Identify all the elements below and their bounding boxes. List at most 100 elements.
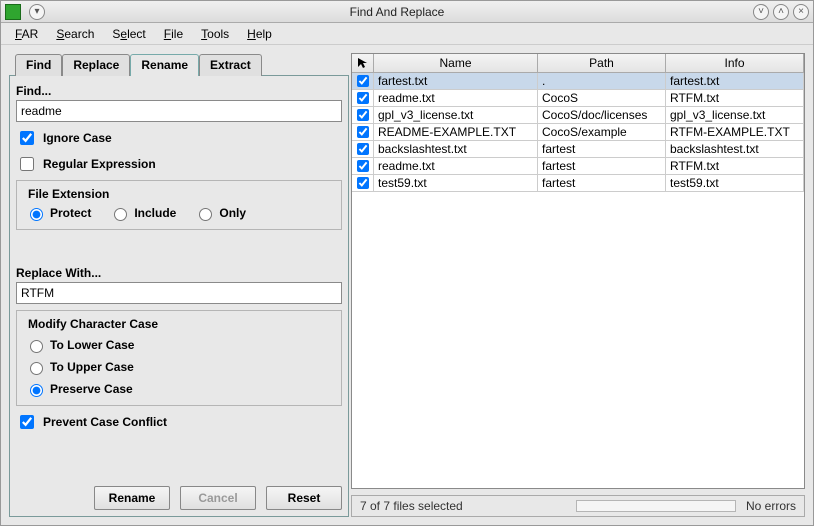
modify-case-fieldset: Modify Character Case To Lower Case To U…	[16, 310, 342, 406]
cell-info: gpl_v3_license.txt	[666, 107, 804, 123]
cell-name: gpl_v3_license.txt	[374, 107, 538, 123]
rename-button[interactable]: Rename	[94, 486, 170, 510]
menu-help[interactable]: Help	[239, 25, 280, 43]
app-icon	[5, 4, 21, 20]
ignore-case-label: Ignore Case	[43, 131, 112, 145]
replace-input[interactable]	[16, 282, 342, 304]
cell-path: CocoS/example	[538, 124, 666, 140]
row-checkbox[interactable]	[357, 126, 369, 138]
file-extension-legend: File Extension	[25, 187, 112, 201]
progress-bar	[576, 500, 736, 512]
file-extension-fieldset: File Extension Protect Include Only	[16, 180, 342, 230]
mcc-upper[interactable]: To Upper Case	[25, 359, 333, 375]
menu-file[interactable]: File	[156, 25, 191, 43]
grid-body[interactable]: fartest.txt.fartest.txtreadme.txtCocoSRT…	[352, 73, 804, 488]
row-checkbox-cell[interactable]	[352, 141, 374, 157]
cell-info: RTFM.txt	[666, 158, 804, 174]
statusbar: 7 of 7 files selected No errors	[351, 495, 805, 517]
row-checkbox-cell[interactable]	[352, 107, 374, 123]
file-ext-protect[interactable]: Protect	[25, 205, 91, 221]
tab-find[interactable]: Find	[15, 54, 62, 76]
header-path[interactable]: Path	[538, 54, 666, 72]
button-row: Rename Cancel Reset	[16, 478, 342, 510]
row-checkbox[interactable]	[357, 143, 369, 155]
maximize-button[interactable]: ˄	[773, 4, 789, 20]
grid-header: Name Path Info	[352, 54, 804, 73]
row-checkbox[interactable]	[357, 92, 369, 104]
regex-checkbox[interactable]	[20, 157, 34, 171]
row-checkbox[interactable]	[357, 177, 369, 189]
tabstrip: Find Replace Rename Extract	[15, 53, 349, 75]
cell-name: fartest.txt	[374, 73, 538, 89]
prevent-conflict-label: Prevent Case Conflict	[43, 415, 167, 429]
row-checkbox-cell[interactable]	[352, 73, 374, 89]
find-label: Find...	[16, 84, 342, 98]
find-input[interactable]	[16, 100, 342, 122]
row-checkbox[interactable]	[357, 160, 369, 172]
table-row[interactable]: README-EXAMPLE.TXTCocoS/exampleRTFM-EXAM…	[352, 124, 804, 141]
file-ext-only[interactable]: Only	[194, 205, 246, 221]
spacer	[16, 230, 342, 264]
menu-select[interactable]: Select	[104, 25, 153, 43]
close-button[interactable]: ×	[793, 4, 809, 20]
file-extension-options: Protect Include Only	[25, 205, 333, 221]
select-all-header[interactable]	[352, 54, 374, 72]
header-name[interactable]: Name	[374, 54, 538, 72]
cell-path: fartest	[538, 141, 666, 157]
prevent-conflict-row[interactable]: Prevent Case Conflict	[16, 412, 342, 432]
reset-button[interactable]: Reset	[266, 486, 342, 510]
menu-search[interactable]: Search	[48, 25, 102, 43]
window: ▾ Find And Replace ˅ ˄ × FAR Search Sele…	[0, 0, 814, 526]
menu-tools[interactable]: Tools	[193, 25, 237, 43]
tab-replace[interactable]: Replace	[62, 54, 130, 76]
left-panel: Find Replace Rename Extract Find... Igno…	[9, 53, 349, 517]
prevent-conflict-checkbox[interactable]	[20, 415, 34, 429]
window-menu-button[interactable]: ▾	[29, 4, 45, 20]
modify-case-options: To Lower Case To Upper Case Preserve Cas…	[25, 337, 333, 397]
file-grid: Name Path Info fartest.txt.fartest.txtre…	[351, 53, 805, 489]
cell-info: fartest.txt	[666, 73, 804, 89]
table-row[interactable]: fartest.txt.fartest.txt	[352, 73, 804, 90]
row-checkbox-cell[interactable]	[352, 90, 374, 106]
client-area: Find Replace Rename Extract Find... Igno…	[1, 45, 813, 525]
menubar: FAR Search Select File Tools Help	[1, 23, 813, 45]
status-right: No errors	[746, 499, 796, 513]
tab-rename[interactable]: Rename	[130, 54, 199, 76]
mcc-preserve[interactable]: Preserve Case	[25, 381, 333, 397]
row-checkbox-cell[interactable]	[352, 175, 374, 191]
row-checkbox[interactable]	[357, 109, 369, 121]
regex-label: Regular Expression	[43, 157, 156, 171]
minimize-button[interactable]: ˅	[753, 4, 769, 20]
row-checkbox-cell[interactable]	[352, 124, 374, 140]
header-info[interactable]: Info	[666, 54, 804, 72]
cell-info: RTFM-EXAMPLE.TXT	[666, 124, 804, 140]
cell-name: test59.txt	[374, 175, 538, 191]
cell-info: test59.txt	[666, 175, 804, 191]
table-row[interactable]: readme.txtCocoSRTFM.txt	[352, 90, 804, 107]
cell-info: RTFM.txt	[666, 90, 804, 106]
cell-path: fartest	[538, 175, 666, 191]
row-checkbox-cell[interactable]	[352, 158, 374, 174]
modify-case-legend: Modify Character Case	[25, 317, 161, 331]
table-row[interactable]: test59.txtfartesttest59.txt	[352, 175, 804, 192]
menu-far[interactable]: FAR	[7, 25, 46, 43]
ignore-case-row[interactable]: Ignore Case	[16, 128, 342, 148]
replace-label: Replace With...	[16, 266, 342, 280]
cell-info: backslashtest.txt	[666, 141, 804, 157]
right-panel: Name Path Info fartest.txt.fartest.txtre…	[351, 53, 805, 517]
file-ext-include[interactable]: Include	[109, 205, 176, 221]
cancel-button: Cancel	[180, 486, 256, 510]
table-row[interactable]: gpl_v3_license.txtCocoS/doc/licensesgpl_…	[352, 107, 804, 124]
cell-path: CocoS/doc/licenses	[538, 107, 666, 123]
table-row[interactable]: backslashtest.txtfartestbackslashtest.tx…	[352, 141, 804, 158]
row-checkbox[interactable]	[357, 75, 369, 87]
ignore-case-checkbox[interactable]	[20, 131, 34, 145]
table-row[interactable]: readme.txtfartestRTFM.txt	[352, 158, 804, 175]
regex-row[interactable]: Regular Expression	[16, 154, 342, 174]
mcc-lower[interactable]: To Lower Case	[25, 337, 333, 353]
cell-path: fartest	[538, 158, 666, 174]
tab-extract[interactable]: Extract	[199, 54, 262, 76]
titlebar: ▾ Find And Replace ˅ ˄ ×	[1, 1, 813, 23]
tab-body-rename: Find... Ignore Case Regular Expression F…	[9, 75, 349, 517]
cell-path: .	[538, 73, 666, 89]
